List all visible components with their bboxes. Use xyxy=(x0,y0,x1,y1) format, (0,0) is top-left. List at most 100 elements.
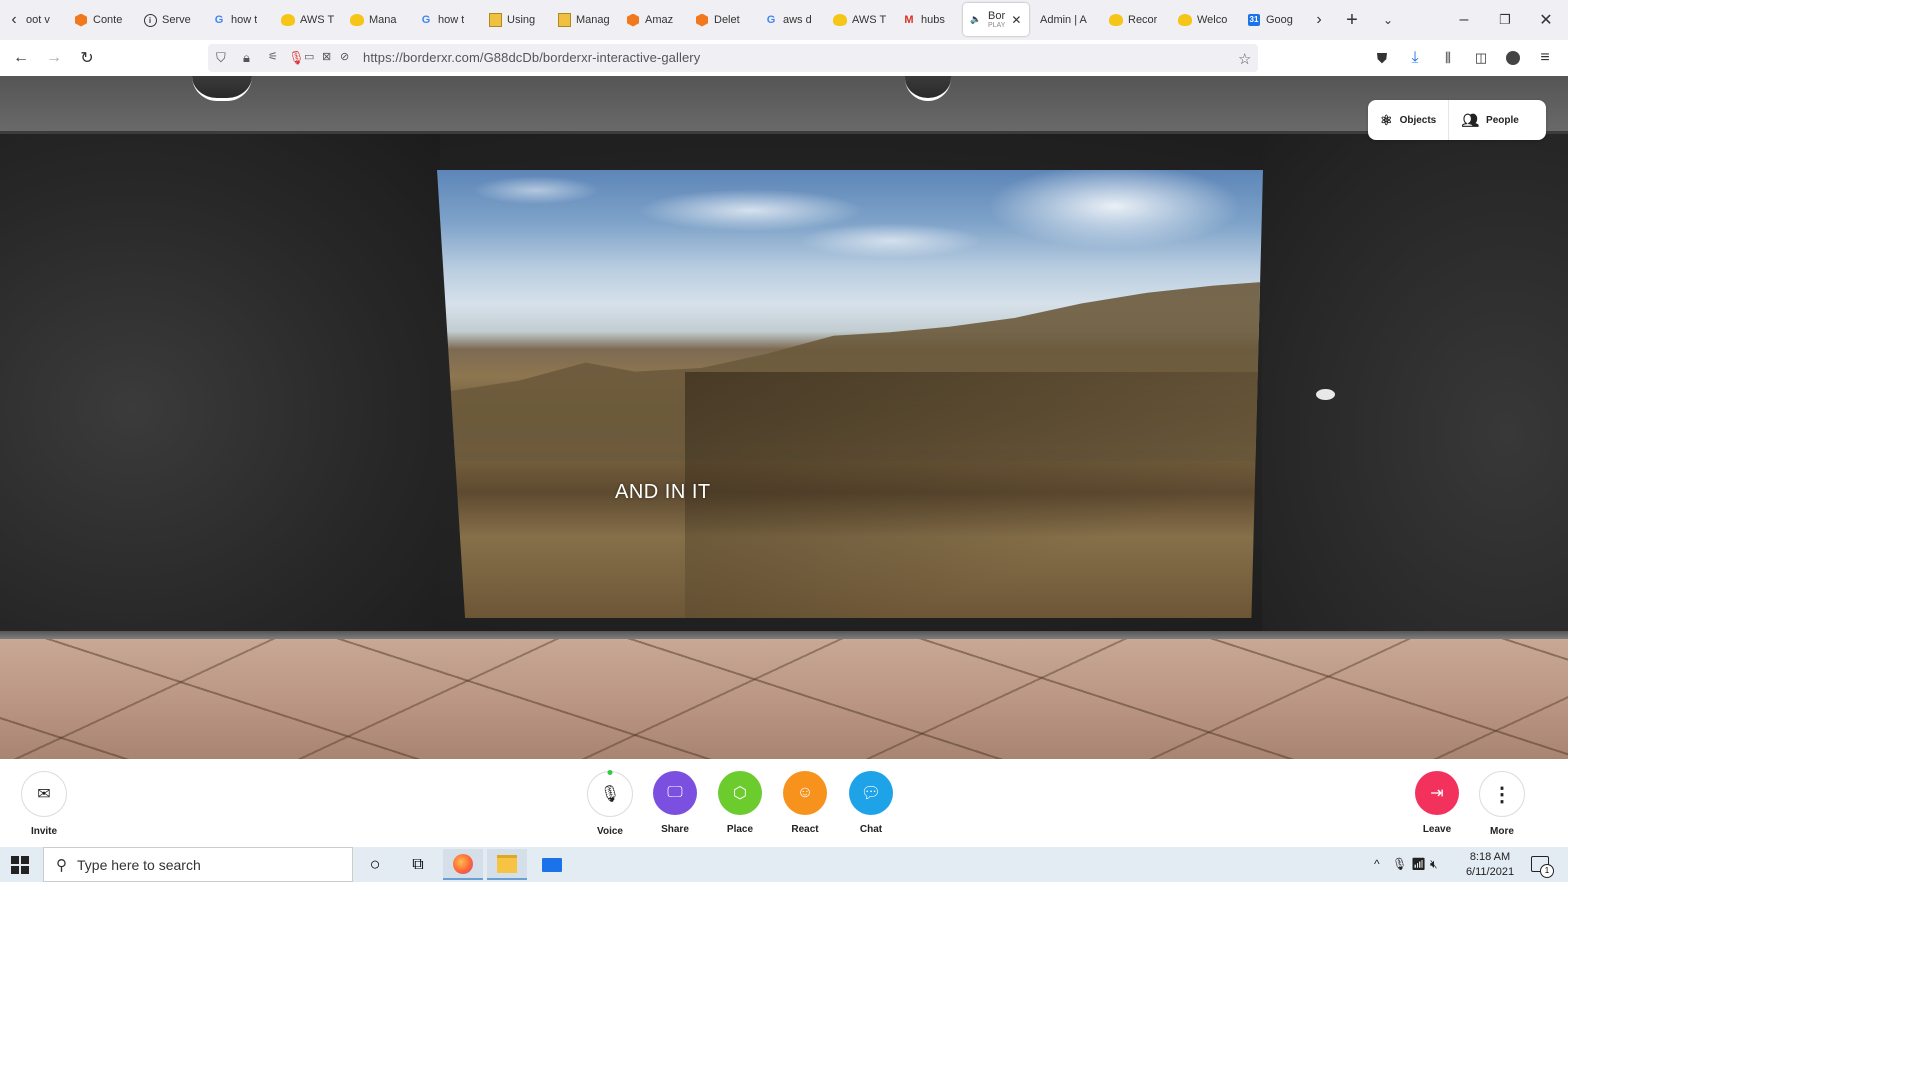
account-icon[interactable] xyxy=(1501,46,1525,70)
lock-icon[interactable]: 🔒︎ xyxy=(243,50,250,66)
voice-button[interactable]: 🎙︎ Voice xyxy=(580,770,640,837)
url-text[interactable]: https://borderxr.com/G88dcDb/borderxr-in… xyxy=(363,50,700,65)
vr-icon[interactable]: ▭ xyxy=(304,50,314,63)
tab[interactable]: Using xyxy=(488,6,544,34)
docs-icon xyxy=(488,13,502,27)
wifi-icon[interactable]: 📶︎ xyxy=(1411,857,1426,871)
taskbar-search[interactable]: ⚲ Type here to search xyxy=(43,847,353,882)
reload-icon[interactable]: ↻ xyxy=(75,46,99,70)
invite-label: Invite xyxy=(30,826,58,837)
tab[interactable]: Delet xyxy=(695,6,751,34)
tab[interactable]: i Serve xyxy=(143,6,199,34)
objects-button[interactable]: ⚛ Objects xyxy=(1368,100,1448,140)
people-button[interactable]: 👥︎ People xyxy=(1449,100,1531,140)
bookmark-star-icon[interactable]: ☆ xyxy=(1238,50,1251,68)
scroll-tabs-left-icon[interactable]: ‹ xyxy=(2,8,26,32)
video-caption: AND IN IT xyxy=(615,481,711,503)
share-button[interactable]: 🖵︎ Share xyxy=(645,771,705,835)
tab[interactable]: AWS T xyxy=(833,6,889,34)
tab[interactable]: Welco xyxy=(1178,6,1234,34)
clock-date: 6/11/2021 xyxy=(1465,866,1515,878)
library-icon[interactable]: ⫼ xyxy=(1436,46,1460,70)
cracked-earth-floor[interactable] xyxy=(0,639,1568,759)
video-screen[interactable]: AND IN IT xyxy=(437,170,1263,618)
aws-icon xyxy=(626,13,640,27)
menu-icon[interactable]: ≡ xyxy=(1533,46,1557,70)
minimize-icon[interactable]: – xyxy=(1452,8,1476,32)
pocket-icon[interactable]: ⛊ xyxy=(1370,46,1394,70)
windows-taskbar: ⚲ Type here to search ○ ⧉ ^ 🎙︎ 📶︎ 🔇︎ 8:1… xyxy=(0,847,1568,882)
people-label: People xyxy=(1486,114,1519,126)
task-view-icon[interactable]: ⧉ xyxy=(398,849,438,880)
tab[interactable]: Admin | A xyxy=(1040,6,1096,34)
camera-blocked-icon[interactable]: ⊠ xyxy=(322,50,331,63)
tab[interactable]: Conte xyxy=(74,6,130,34)
hubs-icon xyxy=(281,13,295,27)
show-hidden-icons-icon[interactable]: ^ xyxy=(1374,857,1380,871)
google-icon: G xyxy=(214,14,224,26)
shield-icon[interactable]: ⛉ xyxy=(216,50,226,66)
voice-label: Voice xyxy=(597,826,623,837)
downloads-icon[interactable]: ⤓ xyxy=(1403,46,1427,70)
gmail-icon: M xyxy=(904,14,914,26)
new-tab-icon[interactable]: + xyxy=(1340,8,1364,32)
hubs-icon xyxy=(833,13,847,27)
tab[interactable]: AWS T xyxy=(281,6,337,34)
hubs-icon xyxy=(350,13,364,27)
file-explorer-icon[interactable] xyxy=(487,849,527,880)
smiley-icon: ☺ xyxy=(783,771,827,815)
speaker-icon: 🔈 xyxy=(970,14,982,24)
tab[interactable]: Gaws d xyxy=(764,6,820,34)
microphone-tray-icon[interactable]: 🎙︎ xyxy=(1392,857,1407,871)
tab[interactable]: Ghow t xyxy=(212,6,268,34)
objects-icon: ⚛ xyxy=(1380,111,1393,128)
aws-icon xyxy=(74,13,88,27)
hill-shadow xyxy=(684,371,1263,618)
screen-share-icon: 🖵︎ xyxy=(653,771,697,815)
tab[interactable]: Manag xyxy=(557,6,613,34)
autoplay-blocked-icon[interactable]: ⊘ xyxy=(340,50,349,63)
invite-button[interactable]: ✉ Invite xyxy=(14,771,74,837)
tab-strip: ‹ oot v Conte i Serve Ghow t AWS T Mana G… xyxy=(0,0,1568,40)
tab[interactable]: 31 Goog xyxy=(1247,6,1297,34)
tab[interactable]: Mhubs xyxy=(902,6,958,34)
permissions-icon[interactable]: ⚟ xyxy=(268,50,278,63)
close-window-icon[interactable]: ✕ xyxy=(1534,8,1558,32)
restore-icon[interactable]: ❐ xyxy=(1493,8,1517,32)
leave-button[interactable]: ⇥ Leave xyxy=(1407,771,1467,835)
back-icon[interactable]: ← xyxy=(9,46,33,70)
place-label: Place xyxy=(726,824,754,835)
volume-muted-icon[interactable]: 🔇︎ xyxy=(1430,857,1438,872)
tab[interactable]: Amaz xyxy=(626,6,682,34)
microphone-icon[interactable]: 🎙︎ xyxy=(288,50,305,66)
tab[interactable]: Mana xyxy=(350,6,406,34)
windows-start-icon[interactable] xyxy=(10,855,30,875)
cortana-icon[interactable]: ○ xyxy=(355,849,395,880)
forward-icon[interactable]: → xyxy=(42,46,66,70)
people-icon: 👥︎ xyxy=(1461,111,1480,128)
tab-active[interactable]: 🔈 Bor PLAY ✕ xyxy=(963,3,1029,36)
wall-right-shadow xyxy=(1262,134,1568,634)
chat-label: Chat xyxy=(859,824,883,835)
react-button[interactable]: ☺ React xyxy=(775,771,835,835)
address-bar[interactable]: ⛉ 🔒︎ ⚟ 🎙︎ ▭ ⊠ ⊘ https://borderxr.com/G88… xyxy=(208,44,1258,72)
scroll-tabs-right-icon[interactable]: › xyxy=(1307,8,1331,32)
mail-icon[interactable] xyxy=(532,849,572,880)
close-tab-icon[interactable]: ✕ xyxy=(1011,13,1021,27)
gallery-3d-scene[interactable]: AND IN IT ⚛ Objects 👥︎ People xyxy=(0,76,1568,759)
place-button[interactable]: ⬡ Place xyxy=(710,771,770,835)
tab[interactable]: Recor xyxy=(1109,6,1165,34)
list-tabs-icon[interactable]: ⌄ xyxy=(1376,8,1400,32)
tab[interactable]: oot v xyxy=(26,6,66,34)
more-button[interactable]: ⋮ More xyxy=(1472,771,1532,837)
firefox-icon[interactable] xyxy=(443,849,483,880)
microphone-icon: 🎙︎ xyxy=(587,770,633,817)
hubs-icon xyxy=(1109,13,1123,27)
mic-level-dot xyxy=(607,770,613,775)
tab[interactable]: Ghow t xyxy=(419,6,475,34)
sidebar-icon[interactable]: ◫ xyxy=(1469,46,1493,70)
search-icon: ⚲ xyxy=(56,856,67,874)
exit-icon: ⇥ xyxy=(1415,771,1459,815)
chat-button[interactable]: 💬︎ Chat xyxy=(841,771,901,835)
system-clock[interactable]: 8:18 AM 6/11/2021 xyxy=(1455,850,1525,880)
